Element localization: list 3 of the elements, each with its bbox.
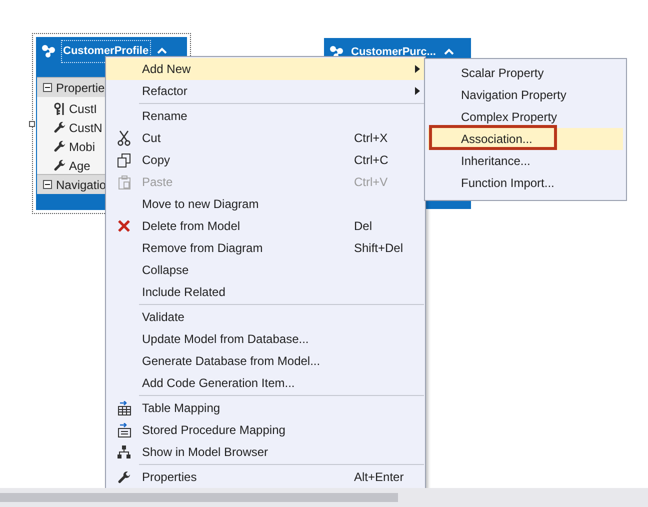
section-title: Navigatio	[56, 176, 106, 194]
entity-title: CustomerPurc...	[350, 45, 437, 60]
section-title: Propertie	[56, 80, 105, 96]
